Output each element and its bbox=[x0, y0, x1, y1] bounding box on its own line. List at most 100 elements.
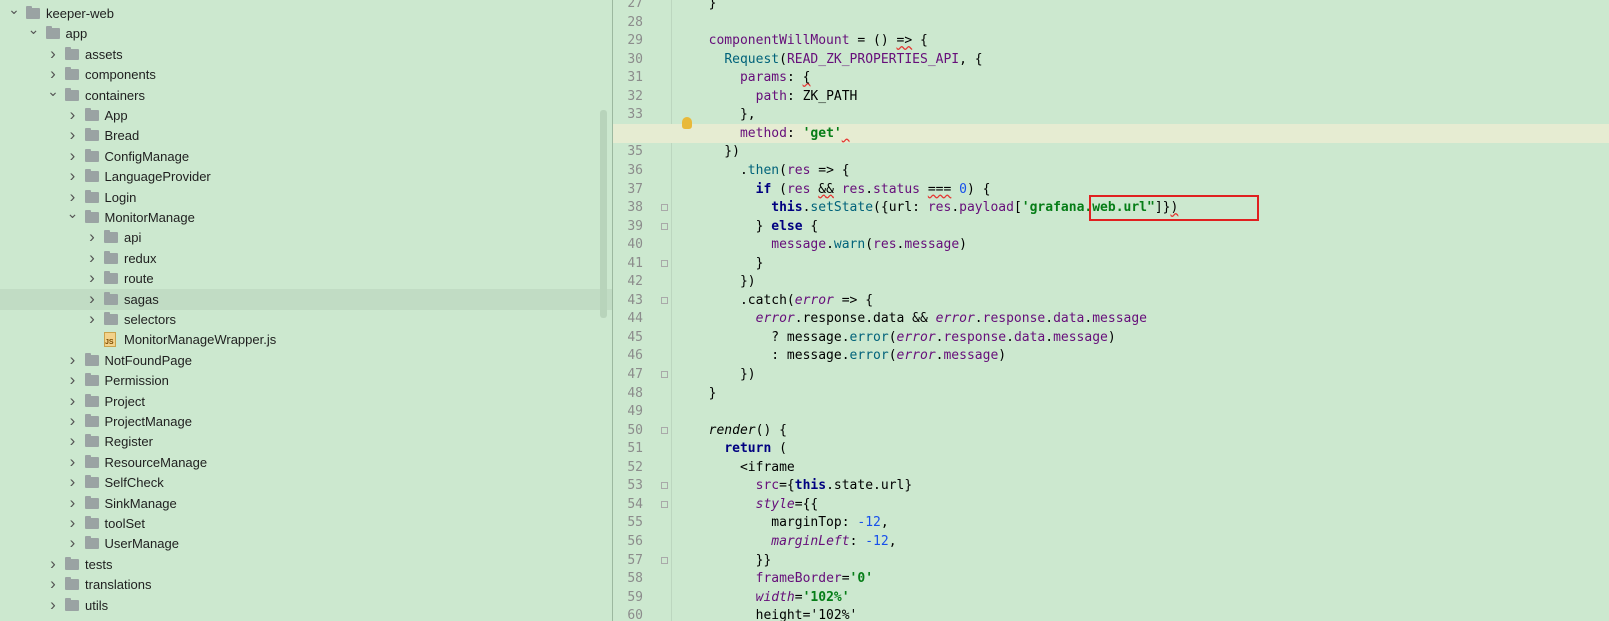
code-line[interactable]: }, bbox=[613, 105, 1609, 124]
tree-item[interactable]: › utils bbox=[0, 595, 612, 616]
chevron-down-icon[interactable]: ⌄ bbox=[47, 81, 59, 102]
code-line[interactable]: } bbox=[613, 254, 1609, 273]
tree-item[interactable]: › NotFoundPage bbox=[0, 350, 612, 371]
chevron-right-icon[interactable]: › bbox=[67, 532, 79, 553]
chevron-right-icon[interactable]: › bbox=[67, 390, 79, 411]
tree-item[interactable]: › Register bbox=[0, 431, 612, 452]
code-line[interactable]: path: ZK_PATH bbox=[613, 87, 1609, 106]
chevron-right-icon[interactable]: › bbox=[67, 492, 79, 513]
chevron-right-icon[interactable]: › bbox=[47, 553, 59, 574]
chevron-right-icon[interactable]: › bbox=[67, 369, 79, 390]
lightbulb-icon[interactable] bbox=[682, 117, 692, 129]
tree-item[interactable]: › ConfigManage bbox=[0, 146, 612, 167]
code-line[interactable]: marginTop: -12, bbox=[613, 513, 1609, 532]
code-line[interactable]: .catch(error => { bbox=[613, 291, 1609, 310]
code-line[interactable]: componentWillMount = () => { bbox=[613, 31, 1609, 50]
tree-item[interactable]: ⌄ keeper-web bbox=[0, 0, 612, 24]
code-line[interactable]: marginLeft: -12, bbox=[613, 532, 1609, 551]
tree-item[interactable]: › translations bbox=[0, 574, 612, 595]
tree-item[interactable]: › Permission bbox=[0, 370, 612, 391]
code-line[interactable]: width='102%' bbox=[613, 588, 1609, 607]
chevron-right-icon[interactable]: › bbox=[47, 573, 59, 594]
tree-item[interactable]: › selectors bbox=[0, 309, 612, 330]
tree-item[interactable]: › ProjectManage bbox=[0, 411, 612, 432]
code-line[interactable]: src={this.state.url} bbox=[613, 476, 1609, 495]
tree-item[interactable]: › route bbox=[0, 268, 612, 289]
code-line[interactable] bbox=[613, 13, 1609, 32]
chevron-right-icon[interactable]: › bbox=[67, 430, 79, 451]
code-line[interactable]: style={{ bbox=[613, 495, 1609, 514]
chevron-right-icon[interactable]: › bbox=[67, 165, 79, 186]
folder-icon bbox=[104, 312, 118, 325]
chevron-right-icon[interactable]: › bbox=[86, 226, 98, 247]
code-editor[interactable]: 2728293031323334353637383940414243444546… bbox=[613, 0, 1609, 621]
code-text: : message.error(error.message) bbox=[693, 348, 1007, 364]
code-line[interactable]: .then(res => { bbox=[613, 161, 1609, 180]
chevron-right-icon[interactable]: › bbox=[67, 451, 79, 472]
code-line[interactable]: method: 'get' bbox=[613, 123, 1609, 143]
chevron-down-icon[interactable]: ⌄ bbox=[28, 19, 40, 40]
chevron-right-icon[interactable]: › bbox=[67, 145, 79, 166]
code-line[interactable]: render() { bbox=[613, 421, 1609, 440]
tree-item[interactable]: › SinkManage bbox=[0, 493, 612, 514]
chevron-right-icon[interactable]: › bbox=[86, 288, 98, 309]
tree-item[interactable]: › api bbox=[0, 227, 612, 248]
chevron-down-icon[interactable]: ⌄ bbox=[67, 203, 79, 224]
tree-item[interactable]: ⌄ MonitorManage bbox=[0, 205, 612, 228]
chevron-right-icon[interactable]: › bbox=[86, 267, 98, 288]
tree-item[interactable]: › Project bbox=[0, 391, 612, 412]
tree-item[interactable]: › App bbox=[0, 105, 612, 126]
code-line[interactable]: }} bbox=[613, 551, 1609, 570]
chevron-right-icon[interactable]: › bbox=[67, 410, 79, 431]
chevron-right-icon[interactable]: › bbox=[47, 43, 59, 64]
tree-item[interactable]: › Login bbox=[0, 187, 612, 208]
chevron-right-icon[interactable]: › bbox=[86, 308, 98, 329]
code-line[interactable]: message.warn(res.message) bbox=[613, 235, 1609, 254]
chevron-down-icon[interactable]: ⌄ bbox=[8, 0, 20, 20]
chevron-right-icon[interactable]: › bbox=[67, 349, 79, 370]
code-line[interactable]: ? message.error(error.response.data.mess… bbox=[613, 328, 1609, 347]
tree-item[interactable]: › toolSet bbox=[0, 513, 612, 534]
tree-item[interactable]: JS MonitorManageWrapper.js bbox=[0, 329, 612, 350]
code-line[interactable] bbox=[613, 402, 1609, 421]
code-line[interactable]: <iframe bbox=[613, 458, 1609, 477]
tree-item[interactable]: › redux bbox=[0, 248, 612, 269]
chevron-right-icon[interactable]: › bbox=[86, 247, 98, 268]
chevron-right-icon[interactable]: › bbox=[67, 471, 79, 492]
tree-item[interactable]: › SelfCheck bbox=[0, 472, 612, 493]
chevron-right-icon[interactable]: › bbox=[47, 594, 59, 615]
folder-icon bbox=[84, 475, 99, 489]
tree-scrollbar[interactable] bbox=[600, 110, 607, 318]
chevron-right-icon[interactable]: › bbox=[67, 104, 79, 125]
code-text: <iframe bbox=[693, 459, 795, 475]
code-line[interactable]: }) bbox=[613, 365, 1609, 384]
tree-item[interactable]: › sagas bbox=[0, 288, 612, 310]
tree-item-label: keeper-web bbox=[46, 6, 114, 21]
folder-icon bbox=[84, 516, 99, 529]
chevron-right-icon[interactable]: › bbox=[67, 512, 79, 533]
chevron-right-icon[interactable]: › bbox=[67, 124, 79, 145]
tree-item[interactable]: › ResourceManage bbox=[0, 452, 612, 473]
code-text: width='102%' bbox=[755, 589, 850, 605]
code-line[interactable]: return ( bbox=[613, 439, 1609, 458]
code-line[interactable]: error.response.data && error.response.da… bbox=[613, 309, 1609, 328]
tree-item[interactable]: › components bbox=[0, 64, 612, 85]
tree-item[interactable]: ⌄ app bbox=[0, 21, 612, 44]
code-line[interactable]: params: { bbox=[613, 68, 1609, 87]
tree-item-label: utils bbox=[85, 597, 109, 613]
code-text: .then(res => { bbox=[693, 162, 850, 178]
code-line[interactable]: frameBorder='0' bbox=[613, 569, 1609, 588]
tree-item[interactable]: › Bread bbox=[0, 125, 612, 146]
code-line[interactable]: } bbox=[613, 0, 1609, 13]
code-line[interactable]: }) bbox=[613, 272, 1609, 291]
code-line[interactable]: Request(READ_ZK_PROPERTIES_API, { bbox=[613, 50, 1609, 69]
tree-item[interactable]: › LanguageProvider bbox=[0, 166, 612, 187]
tree-item[interactable]: ⌄ containers bbox=[0, 83, 612, 106]
tree-item[interactable]: › assets bbox=[0, 44, 612, 65]
tree-item[interactable]: › UserManage bbox=[0, 533, 612, 554]
tree-item[interactable]: › tests bbox=[0, 554, 612, 575]
code-line[interactable]: } bbox=[613, 384, 1609, 403]
code-line[interactable]: }) bbox=[613, 142, 1609, 161]
code-line[interactable]: height='102%' bbox=[613, 606, 1609, 621]
code-line[interactable]: : message.error(error.message) bbox=[613, 346, 1609, 365]
